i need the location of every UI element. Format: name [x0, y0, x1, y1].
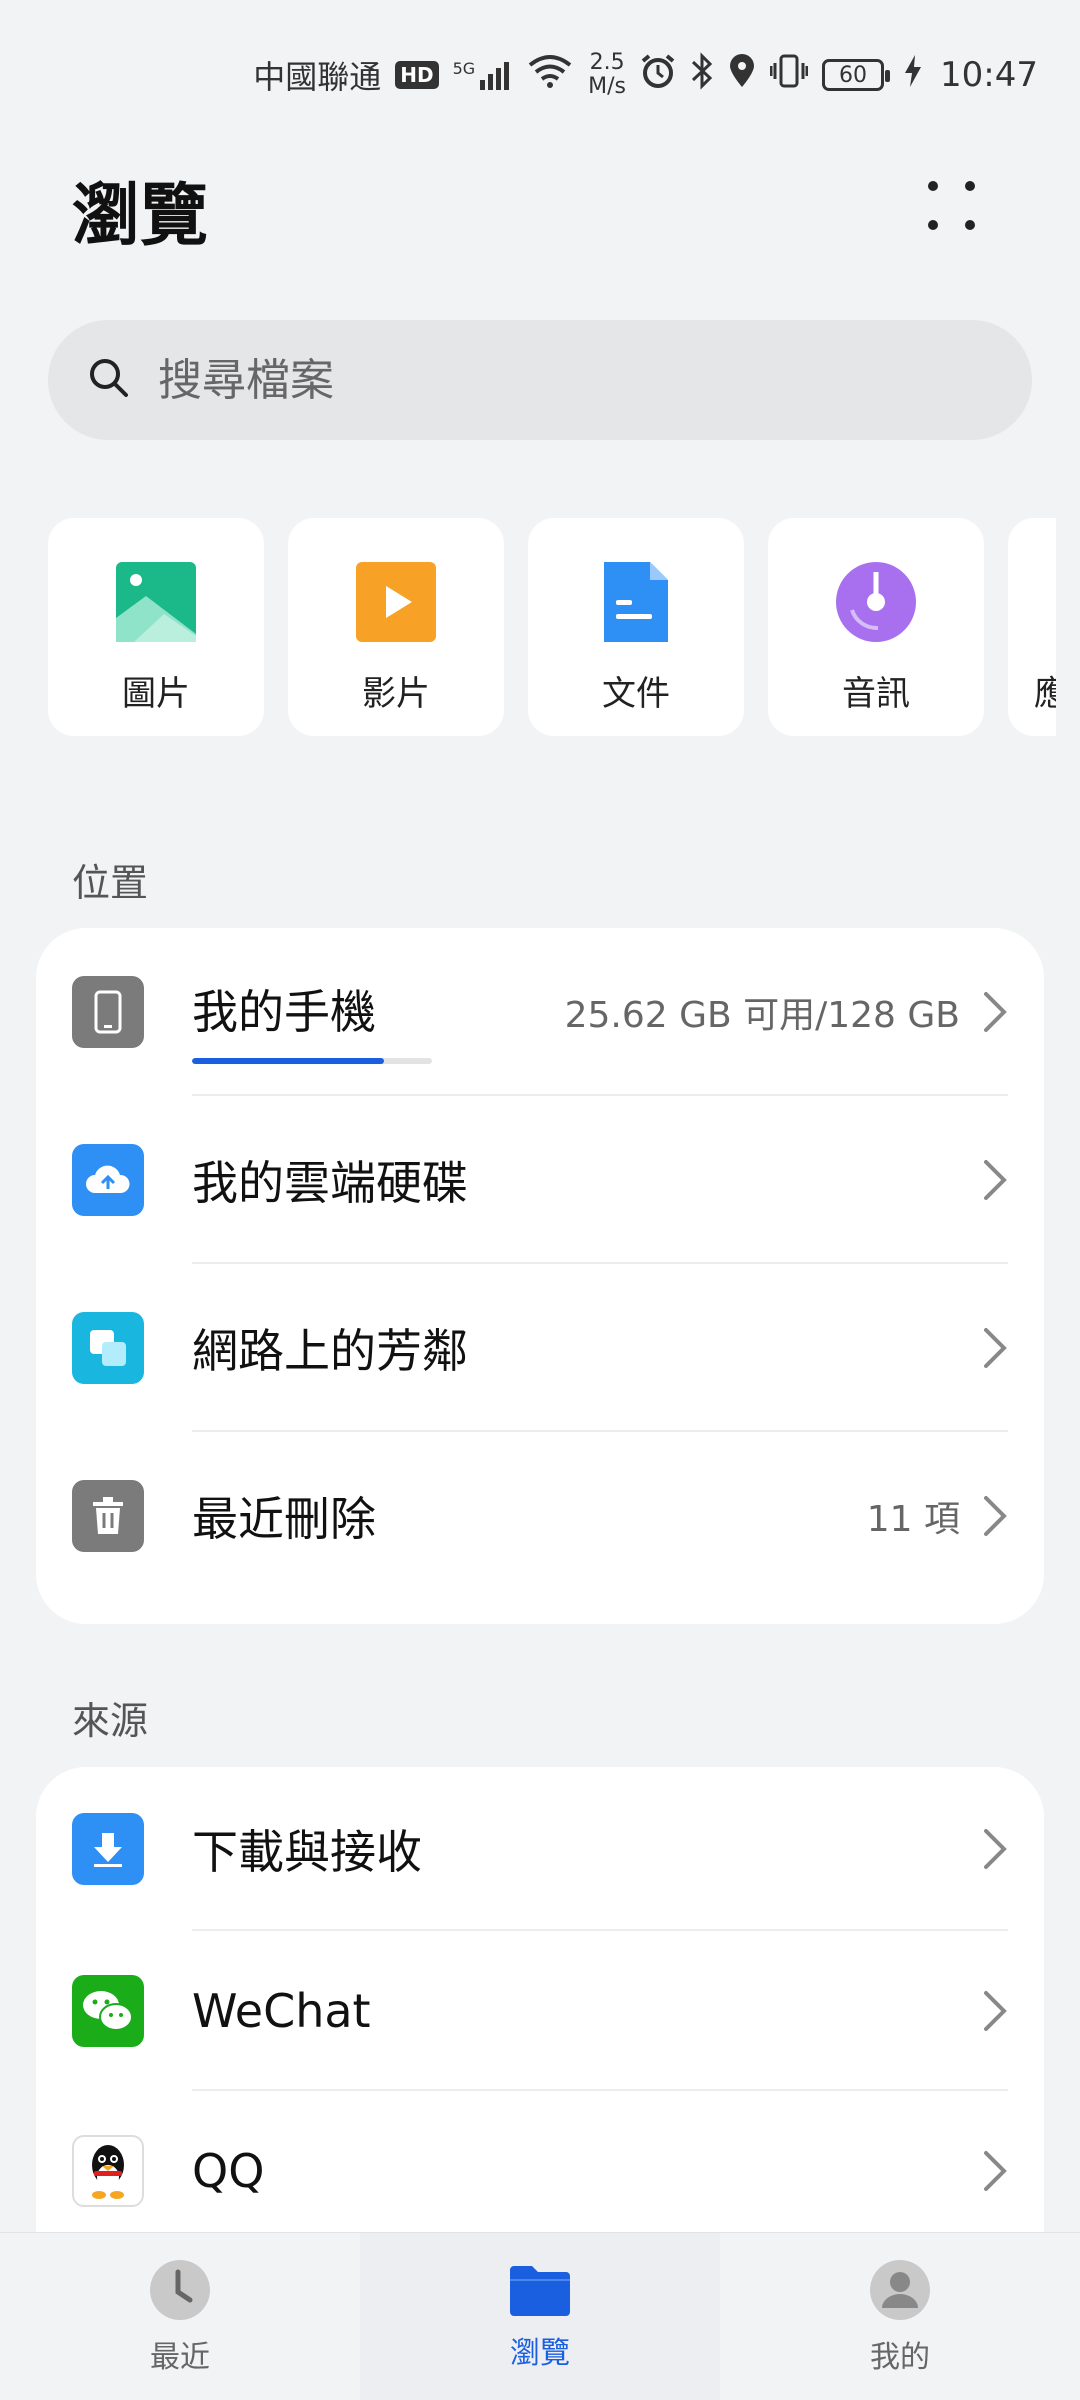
category-images[interactable]: 圖片 [48, 518, 264, 736]
search-icon [88, 357, 130, 403]
cloud-drive-icon [72, 1144, 144, 1216]
category-label: 音訊 [842, 674, 910, 714]
deleted-count: 11 項 [866, 1499, 960, 1540]
category-apps[interactable]: 應 [1008, 518, 1056, 736]
more-dot-icon [928, 181, 938, 191]
category-label: 文件 [602, 674, 670, 714]
vibrate-icon [769, 53, 809, 97]
profile-icon [870, 2259, 930, 2320]
charging-icon [904, 54, 922, 96]
qq-icon [72, 2135, 144, 2207]
speed-value: 2.5 [589, 50, 625, 75]
chevron-right-icon [984, 992, 1007, 1032]
signal-icon: 5G [453, 60, 513, 90]
search-input[interactable] [158, 354, 978, 406]
location-cloud-drive[interactable]: 我的雲端硬碟 [36, 1096, 1044, 1264]
location-my-phone[interactable]: 我的手機 25.62 GB 可用/128 GB [36, 928, 1044, 1096]
carrier-name: 中國聯通 [253, 58, 382, 96]
battery-icon: 60 [822, 59, 891, 91]
more-dot-icon [928, 220, 938, 230]
source-wechat[interactable]: WeChat [36, 1931, 1044, 2091]
chevron-right-icon [984, 1496, 1007, 1536]
chevron-right-icon [984, 1991, 1007, 2031]
search-bar[interactable] [48, 320, 1032, 440]
wifi-icon [526, 53, 574, 97]
nav-tab-recent[interactable]: 最近 [0, 2233, 360, 2400]
location-recently-deleted[interactable]: 最近刪除 11 項 [36, 1432, 1044, 1600]
clock-time: 10:47 [940, 55, 1038, 95]
trash-icon [72, 1480, 144, 1552]
audio-icon [836, 562, 916, 642]
page-title: 瀏覽 [72, 177, 209, 256]
category-audio[interactable]: 音訊 [768, 518, 984, 736]
category-videos[interactable]: 影片 [288, 518, 504, 736]
row-label: WeChat [192, 1984, 371, 2038]
nav-label: 我的 [870, 2339, 930, 2375]
category-documents[interactable]: 文件 [528, 518, 744, 736]
alarm-icon [640, 53, 676, 97]
row-label: 我的手機 [192, 985, 376, 1039]
section-label-sources: 來源 [72, 1699, 149, 1743]
storage-progress-fill [192, 1058, 384, 1064]
row-label: 網路上的芳鄰 [192, 1324, 468, 1378]
image-icon [116, 562, 196, 642]
apps-icon [1034, 560, 1056, 644]
nav-label: 最近 [150, 2339, 210, 2375]
phone-icon [72, 976, 144, 1048]
row-label: 我的雲端硬碟 [192, 1156, 468, 1210]
sources-card: 下載與接收 WeChat QQ [36, 1767, 1044, 2287]
category-label: 影片 [362, 674, 430, 714]
bluetooth-icon [690, 52, 714, 98]
document-icon [604, 562, 668, 642]
nav-label: 瀏覽 [510, 2335, 570, 2371]
network-speed: 2.5 M/s [588, 51, 626, 99]
more-options-button[interactable] [920, 175, 984, 239]
status-bar: 中國聯通 HD 5G 2.5 M/s 60 10:47 [0, 0, 1080, 150]
storage-progress-bar [192, 1058, 432, 1064]
clock-icon [150, 2259, 210, 2320]
row-label: QQ [192, 2144, 265, 2198]
source-downloads[interactable]: 下載與接收 [36, 1767, 1044, 1931]
wechat-icon [72, 1975, 144, 2047]
row-label: 最近刪除 [192, 1492, 376, 1546]
network-neighborhood-icon [72, 1312, 144, 1384]
nav-tab-browse[interactable]: 瀏覽 [360, 2233, 720, 2400]
download-icon [72, 1813, 144, 1885]
location-icon [728, 53, 756, 97]
video-icon [356, 562, 436, 642]
hd-badge: HD [395, 61, 439, 89]
source-qq[interactable]: QQ [36, 2091, 1044, 2251]
locations-card: 我的手機 25.62 GB 可用/128 GB 我的雲端硬碟 網路上的芳鄰 最近… [36, 928, 1044, 1624]
more-dot-icon [965, 220, 975, 230]
category-strip[interactable]: 圖片 影片 文件 音訊 應 [48, 518, 1056, 736]
storage-value: 25.62 GB 可用/128 GB [564, 995, 960, 1036]
bottom-navigation: 最近 瀏覽 我的 [0, 2232, 1080, 2400]
network-type: 5G [452, 59, 476, 78]
chevron-right-icon [984, 1328, 1007, 1368]
folder-icon [510, 2265, 570, 2316]
location-network-neighborhood[interactable]: 網路上的芳鄰 [36, 1264, 1044, 1432]
more-dot-icon [965, 181, 975, 191]
nav-tab-mine[interactable]: 我的 [720, 2233, 1080, 2400]
chevron-right-icon [984, 2151, 1007, 2191]
category-label: 應 [1034, 674, 1056, 714]
section-label-locations: 位置 [72, 861, 149, 905]
category-label: 圖片 [122, 674, 190, 714]
speed-unit: M/s [588, 74, 627, 99]
chevron-right-icon [984, 1160, 1007, 1200]
row-label: 下載與接收 [192, 1825, 422, 1879]
chevron-right-icon [984, 1829, 1007, 1869]
